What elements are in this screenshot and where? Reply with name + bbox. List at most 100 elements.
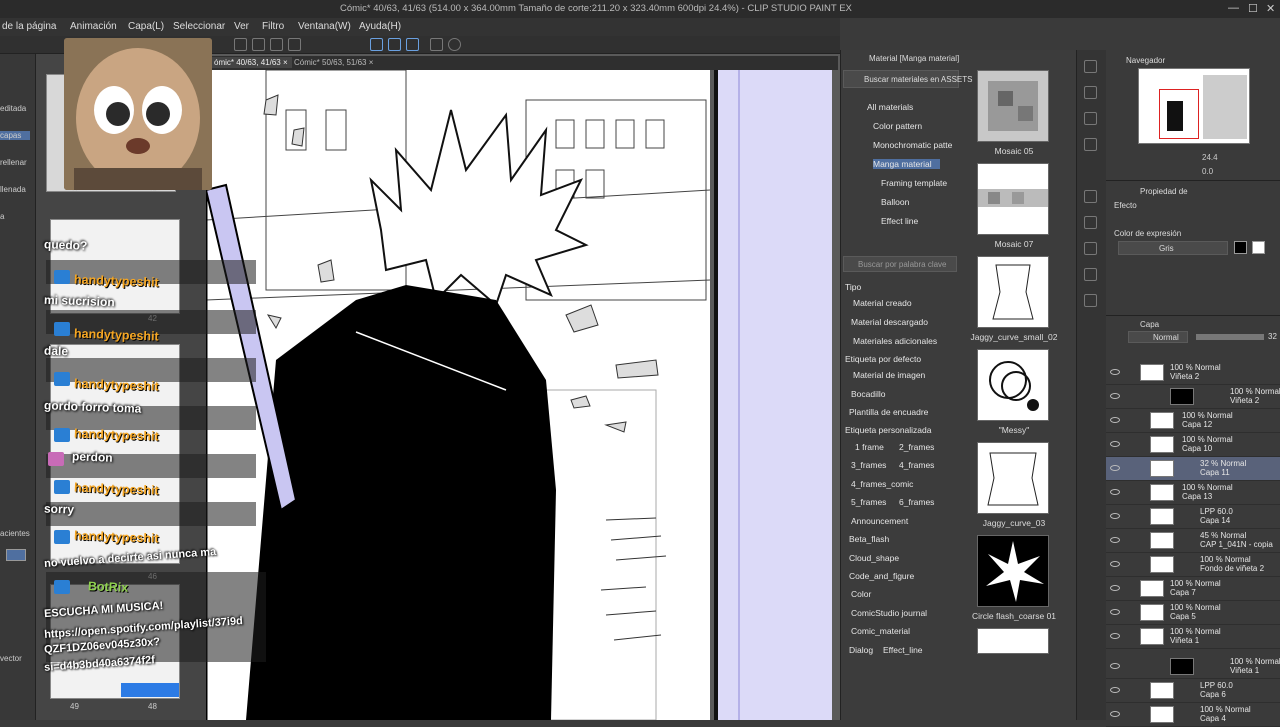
menu-view[interactable]: Ver [234, 21, 249, 32]
menu-window[interactable]: Ventana(W) [298, 21, 351, 32]
layer-row[interactable]: 100 % Normal Viñeta 2 [1106, 361, 1280, 385]
tree-color-pattern[interactable]: Color pattern [873, 121, 922, 131]
layer-row[interactable]: 100 % Normal Capa 13 [1106, 481, 1280, 505]
material-thumb-circle-flash[interactable] [977, 535, 1049, 607]
settings-icon[interactable] [430, 38, 443, 51]
material-thumb-mosaic07[interactable] [977, 163, 1049, 235]
layer-row[interactable]: 100 % Normal Capa 10 [1106, 433, 1280, 457]
panel-icon[interactable] [1084, 60, 1097, 73]
panel-icon[interactable] [1084, 268, 1097, 281]
menu-help[interactable]: Ayuda(H) [359, 21, 401, 32]
tag-item[interactable]: Announcement [851, 516, 908, 526]
tag-item[interactable]: 2_frames [899, 442, 934, 452]
tag-item[interactable]: 6_frames [899, 497, 934, 507]
opacity-slider[interactable] [1196, 334, 1264, 340]
layer-row[interactable]: LPP 60.0 Capa 14 [1106, 505, 1280, 529]
tree-monochromatic[interactable]: Monochromatic patte [873, 140, 952, 150]
tag-item[interactable]: Material descargado [851, 317, 928, 327]
zoom-value[interactable]: 24.4 [1202, 153, 1218, 162]
tag-item[interactable]: Cloud_shape [849, 553, 899, 563]
tag-item[interactable]: ComicStudio journal [851, 608, 927, 618]
tag-item[interactable]: 4_frames [899, 460, 934, 470]
close-icon[interactable]: ✕ [1266, 2, 1275, 15]
left-label[interactable]: capas [0, 131, 30, 140]
tag-item[interactable]: Materiales adicionales [853, 336, 937, 346]
tag-item[interactable]: Beta_flash [849, 534, 889, 544]
minimize-icon[interactable]: — [1228, 2, 1239, 14]
panel-icon[interactable] [1084, 294, 1097, 307]
tree-balloon[interactable]: Balloon [881, 197, 909, 207]
select-icon[interactable] [234, 38, 247, 51]
tag-item[interactable]: 1 frame [855, 442, 884, 452]
tree-manga-material[interactable]: Manga material [873, 159, 940, 169]
rotation-value[interactable]: 0.0 [1202, 167, 1213, 176]
keyword-search-input[interactable]: Buscar por palabra clave [843, 256, 957, 272]
search-assets-button[interactable]: Buscar materiales en ASSETS [843, 70, 973, 88]
tree-effect-line[interactable]: Effect line [881, 216, 918, 226]
tag-item[interactable]: Effect_line [883, 645, 923, 655]
tag-item[interactable]: Material de imagen [853, 370, 925, 380]
panel-icon[interactable] [1084, 86, 1097, 99]
tag-item[interactable]: Color [851, 589, 871, 599]
layer-row[interactable]: 100 % Normal Fondo de viñeta 2 [1106, 553, 1280, 577]
help-icon[interactable] [448, 38, 461, 51]
ruler-icon[interactable] [406, 38, 419, 51]
layer-row[interactable]: 100 % Normal Capa 4 [1106, 703, 1280, 727]
pen-icon[interactable] [370, 38, 383, 51]
layer-row-selected[interactable]: 32 % Normal Capa 11 [1106, 457, 1280, 481]
panel-icon[interactable] [1084, 112, 1097, 125]
navigator-preview[interactable] [1138, 68, 1250, 144]
menu-layer[interactable]: Capa(L) [128, 21, 164, 32]
material-thumb-mosaic05[interactable] [977, 70, 1049, 142]
tag-item[interactable]: Plantilla de encuadre [849, 407, 928, 417]
material-thumb-jaggy-03[interactable] [977, 442, 1049, 514]
panel-icon[interactable] [1084, 190, 1097, 203]
blue-button[interactable] [121, 683, 179, 697]
layer-row[interactable]: 100 % Normal Capa 12 [1106, 409, 1280, 433]
crop-icon[interactable] [288, 38, 301, 51]
panel-icon[interactable] [1084, 216, 1097, 229]
white-color-swatch[interactable] [1252, 241, 1265, 254]
material-label: Jaggy_curve_small_02 [970, 332, 1058, 342]
layer-row[interactable]: 100 % Normal Capa 7 [1106, 577, 1280, 601]
layer-row[interactable]: LPP 60.0 Capa 6 [1106, 679, 1280, 703]
layer-row[interactable]: 100 % Normal Viñeta 1 [1106, 625, 1280, 649]
material-label: "Messy" [998, 425, 1030, 435]
menu-select[interactable]: Seleccionar [173, 21, 225, 32]
menu-animation[interactable]: Animación [70, 21, 117, 32]
black-color-swatch[interactable] [1234, 241, 1247, 254]
tag-item[interactable]: Bocadillo [851, 389, 886, 399]
tab-comic-40[interactable]: ómic* 40/63, 41/63 × [210, 57, 292, 68]
panel-icon[interactable] [1084, 138, 1097, 151]
layer-row[interactable]: 100 % Normal Viñeta 2 [1106, 385, 1280, 409]
material-thumb-messy[interactable] [977, 349, 1049, 421]
fill-icon[interactable] [270, 38, 283, 51]
tree-all-materials[interactable]: All materials [867, 102, 913, 112]
eye-icon [1110, 711, 1120, 717]
tag-item[interactable]: Material creado [853, 298, 912, 308]
manga-page-canvas[interactable] [206, 70, 710, 720]
color-swatch[interactable] [6, 549, 26, 561]
brush-icon[interactable] [388, 38, 401, 51]
tag-item[interactable]: Dialog [849, 645, 873, 655]
tab-comic-50[interactable]: Cómic* 50/63, 51/63 × [290, 57, 377, 68]
tag-item[interactable]: Code_and_figure [849, 571, 914, 581]
tag-item[interactable]: 3_frames [851, 460, 886, 470]
transform-icon[interactable] [252, 38, 265, 51]
layer-row[interactable]: 45 % Normal CAP 1_041N - copia [1106, 529, 1280, 553]
material-thumb-jaggy-small[interactable] [977, 256, 1049, 328]
menu-filter[interactable]: Filtro [262, 21, 284, 32]
material-thumb[interactable] [977, 628, 1049, 654]
blend-mode-select[interactable]: Normal [1128, 331, 1188, 343]
maximize-icon[interactable]: ☐ [1248, 2, 1258, 15]
tag-item[interactable]: Comic_material [851, 626, 910, 636]
tree-framing-template[interactable]: Framing template [881, 178, 947, 188]
opacity-value[interactable]: 32 [1268, 332, 1277, 341]
panel-icon[interactable] [1084, 242, 1097, 255]
layer-row[interactable]: 100 % Normal Viñeta 1 [1106, 655, 1280, 679]
tag-item[interactable]: 4_frames_comic [851, 479, 913, 489]
layer-row[interactable]: 100 % Normal Capa 5 [1106, 601, 1280, 625]
menu-page[interactable]: de la página [2, 21, 57, 32]
tag-item[interactable]: 5_frames [851, 497, 886, 507]
expression-color-select[interactable]: Gris [1118, 241, 1228, 255]
